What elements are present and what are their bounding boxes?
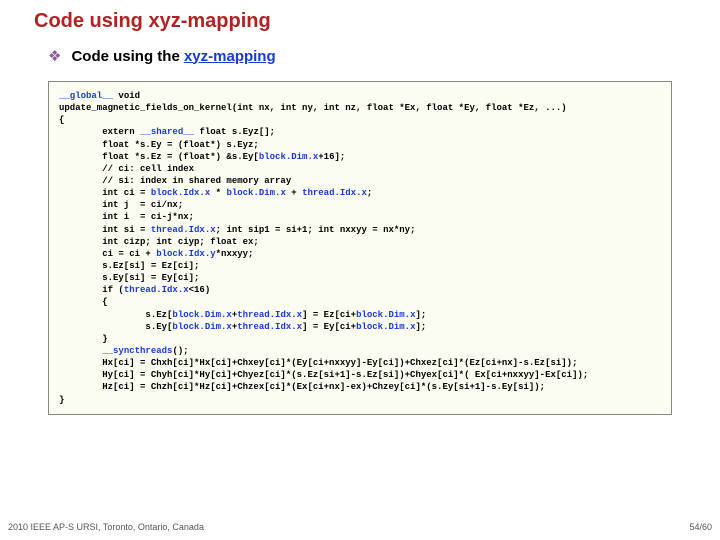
code-block: __global__ void update_magnetic_fields_o…: [48, 81, 672, 415]
kw-global: __global__: [59, 91, 113, 101]
bullet-text: Code using the xyz-mapping: [71, 48, 275, 65]
kw-syncthreads: __syncthreads: [102, 346, 172, 356]
slide-title: Code using xyz-mapping: [34, 10, 690, 33]
footer: 2010 IEEE AP-S URSI, Toronto, Ontario, C…: [8, 522, 712, 532]
diamond-bullet-icon: ❖: [48, 47, 61, 65]
slide: Code using xyz-mapping ❖ Code using the …: [0, 0, 720, 540]
footer-page-number: 54/60: [689, 522, 712, 532]
bullet-row: ❖ Code using the xyz-mapping: [48, 47, 690, 65]
bullet-prefix: Code using the: [71, 48, 184, 65]
bullet-link: xyz-mapping: [184, 48, 276, 65]
kw-shared: __shared__: [140, 127, 194, 137]
footer-left: 2010 IEEE AP-S URSI, Toronto, Ontario, C…: [8, 522, 204, 532]
